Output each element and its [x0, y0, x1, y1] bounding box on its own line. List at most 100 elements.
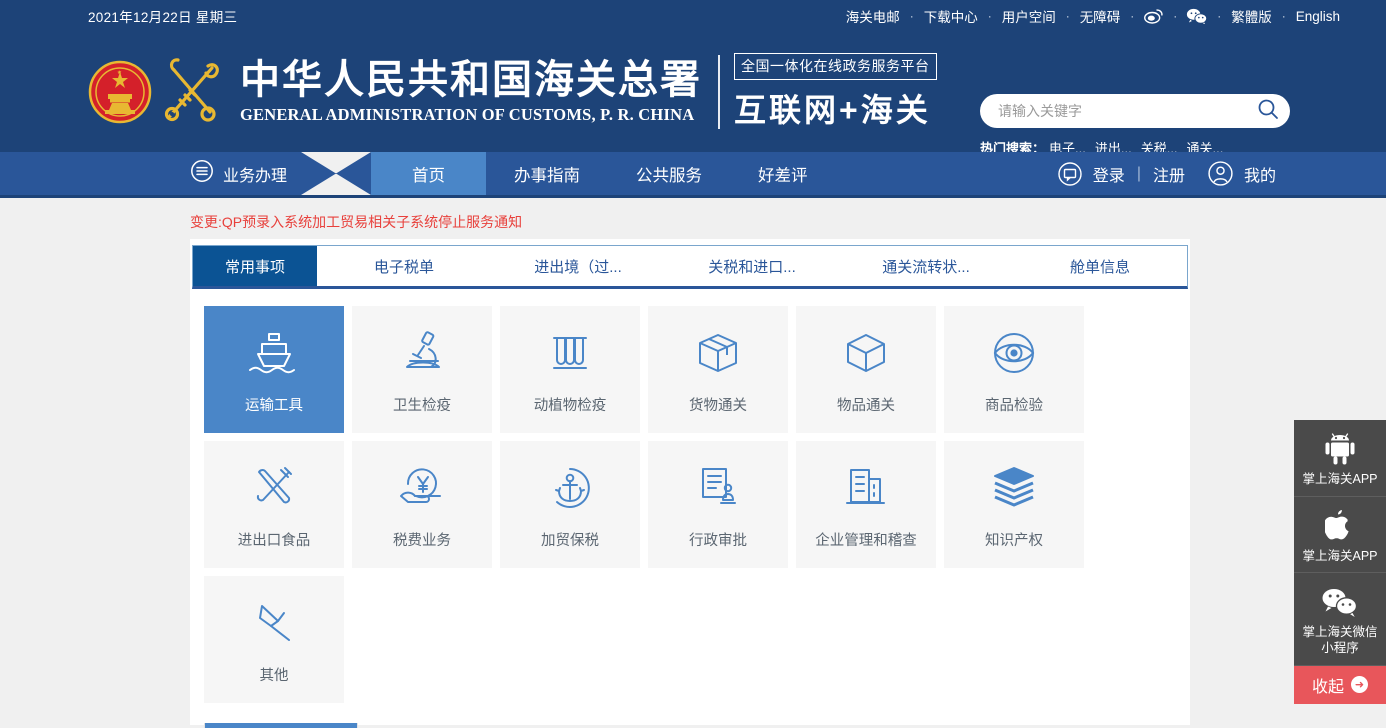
service-tile-label: 商品检验 — [985, 394, 1043, 415]
float-item-wechat-miniapp[interactable]: 掌上海关微信小程序 — [1294, 573, 1386, 665]
nav-item-label: 公共服务 — [636, 162, 702, 186]
tab-label: 关税和进口... — [708, 256, 796, 277]
national-emblem-icon — [88, 60, 152, 124]
collapse-button[interactable]: 收起 ➜ — [1294, 666, 1386, 704]
top-link-traditional-chinese[interactable]: 繁體版 — [1225, 6, 1278, 26]
building-icon — [840, 459, 892, 517]
link-separator: · — [1213, 9, 1225, 23]
service-tile-administrative-approval[interactable]: 行政审批 — [648, 441, 788, 568]
sub-item-list: 进出境运输工具监管 进出境运输工具舱单管理 进出境运输工具一般监 — [204, 723, 358, 728]
hamburger-menu-icon[interactable] — [190, 159, 214, 188]
nav-left-group: 业务办理 首页 办事指南 公共服务 好差评 — [0, 152, 836, 195]
collapse-label: 收起 — [1312, 673, 1344, 697]
tab-tariff-import[interactable]: 关税和进口... — [665, 246, 839, 286]
floating-app-bar: 掌上海关APP 掌上海关APP — [1294, 420, 1386, 704]
test-tubes-icon — [544, 324, 596, 382]
service-tile-processing-trade-bonded[interactable]: 加贸保税 — [500, 441, 640, 568]
service-tile-other[interactable]: 其他 — [204, 576, 344, 703]
platform-block: 全国一体化在线政务服务平台 互联网+海关 — [734, 53, 937, 131]
float-item-label: 掌上海关APP — [1298, 472, 1382, 488]
top-utility-bar: 2021年12月22日 星期三 海关电邮 · 下载中心 · 用户空间 · 无障碍… — [0, 0, 1386, 32]
tab-common-items[interactable]: 常用事项 — [193, 246, 317, 286]
tab-label: 舱单信息 — [1070, 256, 1130, 277]
tab-label: 进出境（过... — [534, 256, 622, 277]
weibo-icon[interactable] — [1138, 8, 1169, 24]
nav-item-rating[interactable]: 好差评 — [730, 152, 836, 195]
service-tile-label: 行政审批 — [689, 529, 747, 550]
wechat-icon — [1298, 582, 1382, 622]
ship-icon — [248, 324, 300, 382]
service-tile-commodity-inspection[interactable]: 商品检验 — [944, 306, 1084, 433]
site-title-en: GENERAL ADMINISTRATION OF CUSTOMS, P. R.… — [240, 105, 702, 125]
service-tile-label: 卫生检疫 — [393, 394, 451, 415]
float-item-ios-app[interactable]: 掌上海关APP — [1294, 497, 1386, 574]
pin-icon — [248, 594, 300, 652]
top-links: 海关电邮 · 下载中心 · 用户空间 · 无障碍 · · — [840, 6, 1346, 26]
service-tile-article-clearance[interactable]: 物品通关 — [796, 306, 936, 433]
nav-separator: | — [1135, 165, 1143, 183]
platform-tag: 全国一体化在线政务服务平台 — [734, 53, 937, 80]
link-separator: · — [1169, 9, 1181, 23]
message-icon[interactable] — [1057, 161, 1083, 187]
top-link-mail[interactable]: 海关电邮 — [840, 6, 906, 26]
link-separator: · — [1278, 9, 1290, 23]
search-input[interactable] — [998, 103, 1256, 119]
register-link[interactable]: 注册 — [1153, 162, 1185, 186]
service-tile-label: 物品通关 — [837, 394, 895, 415]
content-panel: 常用事项 电子税单 进出境（过... 关税和进口... 通关流转状... 舱单信… — [190, 239, 1190, 725]
service-tile-cargo-clearance[interactable]: 货物通关 — [648, 306, 788, 433]
cube-icon — [840, 324, 892, 382]
document-stamp-icon — [692, 459, 744, 517]
top-link-accessibility[interactable]: 无障碍 — [1074, 6, 1127, 26]
top-link-download-center[interactable]: 下载中心 — [918, 6, 984, 26]
tab-entry-exit[interactable]: 进出境（过... — [491, 246, 665, 286]
banner-divider — [718, 55, 720, 129]
link-separator: · — [1062, 9, 1074, 23]
notice-banner[interactable]: 变更:QP预录入系统加工贸易相关子系统停止服务通知 — [190, 212, 522, 232]
tab-electronic-tax-bill[interactable]: 电子税单 — [317, 246, 491, 286]
nav-item-label: 首页 — [412, 162, 445, 186]
float-item-label: 掌上海关微信小程序 — [1298, 625, 1382, 656]
user-avatar-icon[interactable] — [1207, 160, 1234, 187]
parcel-icon — [692, 324, 744, 382]
service-tile-label: 运输工具 — [245, 394, 303, 415]
tab-manifest-info[interactable]: 舱单信息 — [1013, 246, 1187, 286]
nav-item-business[interactable]: 业务办理 — [190, 152, 301, 195]
eye-icon — [988, 324, 1040, 382]
nav-business-label: 业务办理 — [223, 162, 287, 186]
service-tile-health-quarantine[interactable]: 卫生检疫 — [352, 306, 492, 433]
link-separator: · — [1126, 9, 1138, 23]
service-tile-enterprise-management[interactable]: 企业管理和稽查 — [796, 441, 936, 568]
service-tile-animal-plant-quarantine[interactable]: 动植物检疫 — [500, 306, 640, 433]
service-tile-transport[interactable]: 运输工具 — [204, 306, 344, 433]
nav-item-public-service[interactable]: 公共服务 — [608, 152, 730, 195]
search-icon[interactable] — [1256, 97, 1280, 126]
hand-yuan-icon — [396, 459, 448, 517]
service-tabbar: 常用事项 电子税单 进出境（过... 关税和进口... 通关流转状... 舱单信… — [192, 245, 1188, 289]
page-stage: 变更:QP预录入系统加工贸易相关子系统停止服务通知 常用事项 电子税单 进出境（… — [0, 198, 1386, 725]
search-box[interactable] — [980, 94, 1290, 128]
my-account-link[interactable]: 我的 — [1244, 162, 1276, 186]
tab-clearance-status[interactable]: 通关流转状... — [839, 246, 1013, 286]
service-tile-tax-business[interactable]: 税费业务 — [352, 441, 492, 568]
nav-item-guide[interactable]: 办事指南 — [486, 152, 608, 195]
top-link-user-space[interactable]: 用户空间 — [996, 6, 1062, 26]
wechat-icon[interactable] — [1181, 8, 1213, 24]
tab-label: 通关流转状... — [882, 256, 970, 277]
arrow-right-icon: ➜ — [1351, 676, 1368, 693]
float-item-android-app[interactable]: 掌上海关APP — [1294, 420, 1386, 497]
microscope-icon — [396, 324, 448, 382]
customs-key-caduceus-icon — [156, 54, 228, 130]
top-link-english[interactable]: English — [1290, 9, 1346, 24]
site-title-block: 中华人民共和国海关总署 GENERAL ADMINISTRATION OF CU… — [240, 59, 702, 125]
cutlery-icon — [248, 459, 300, 517]
nav-item-home[interactable]: 首页 — [371, 152, 486, 195]
service-tile-label: 其他 — [260, 664, 289, 685]
service-tile-label: 进出口食品 — [238, 529, 311, 550]
android-icon — [1298, 429, 1382, 469]
service-tile-import-export-food[interactable]: 进出口食品 — [204, 441, 344, 568]
service-tile-intellectual-property[interactable]: 知识产权 — [944, 441, 1084, 568]
list-item[interactable]: 进出境运输工具监管 — [205, 723, 357, 728]
main-navigation: 业务办理 首页 办事指南 公共服务 好差评 登录 | 注册 — [0, 152, 1386, 198]
login-link[interactable]: 登录 — [1093, 162, 1125, 186]
